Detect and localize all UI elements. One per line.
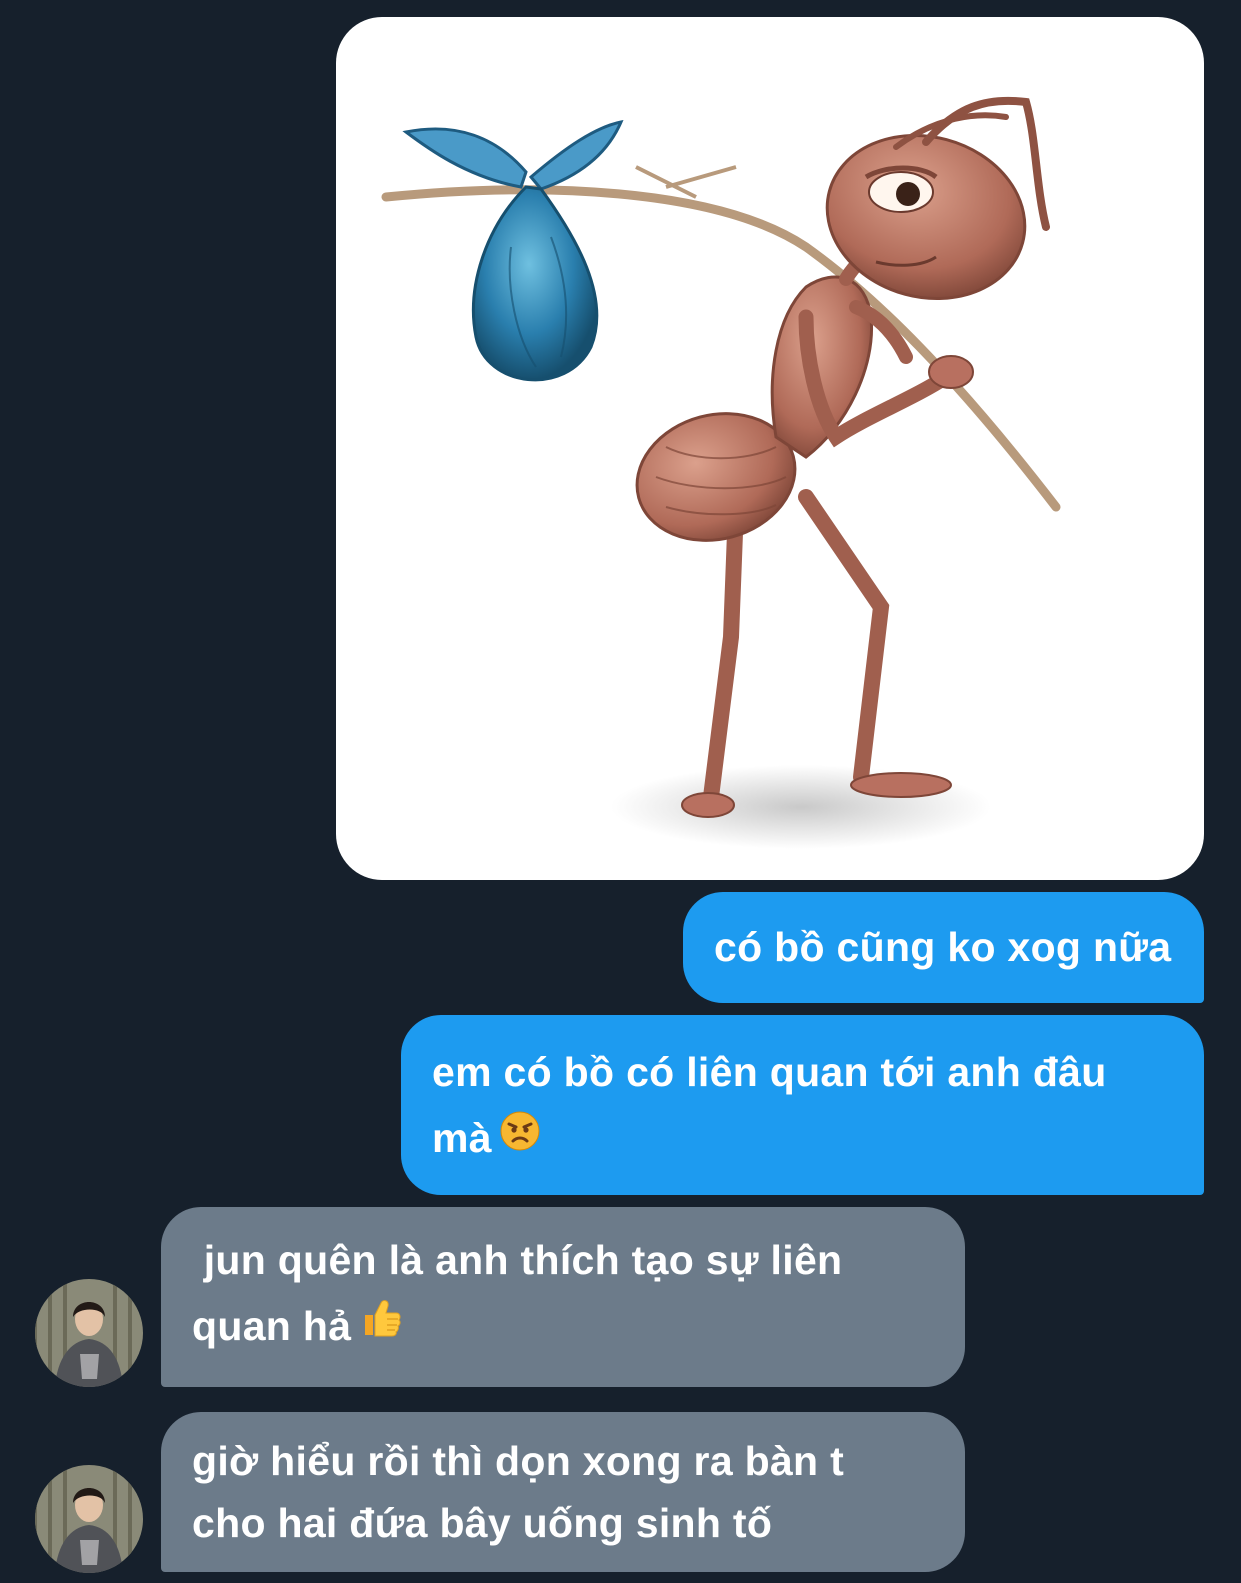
chat-thread: có bồ cũng ko xog nữa em có bồ có liên q…	[0, 0, 1241, 1583]
message-text: mà	[432, 1115, 492, 1161]
incoming-message-bubble[interactable]: giờ hiểu rồi thì dọn xong ra bàn t cho h…	[161, 1412, 965, 1572]
angry-face-emoji	[500, 1104, 540, 1170]
message-text: em có bồ có liên quan tới anh đâu	[432, 1049, 1107, 1095]
message-text: jun quên là anh thích tạo sự liên	[192, 1237, 843, 1283]
outgoing-message-bubble[interactable]: có bồ cũng ko xog nữa	[683, 892, 1204, 1003]
incoming-message-bubble[interactable]: jun quên là anh thích tạo sự liên quan h…	[161, 1207, 965, 1387]
image-message-bubble[interactable]	[336, 17, 1204, 880]
thumbs-up-emoji	[359, 1292, 403, 1358]
ant-carrying-bundle-sticker	[381, 96, 1061, 849]
contact-avatar[interactable]	[35, 1465, 143, 1573]
message-text: cho hai đứa bây uống sinh tố	[192, 1500, 773, 1546]
outgoing-message-bubble[interactable]: em có bồ có liên quan tới anh đâu mà	[401, 1015, 1204, 1195]
message-text: quan hả	[192, 1303, 352, 1349]
message-text: giờ hiểu rồi thì dọn xong ra bàn t	[192, 1438, 845, 1484]
contact-avatar[interactable]	[35, 1279, 143, 1387]
message-text: có bồ cũng ko xog nữa	[714, 924, 1172, 970]
